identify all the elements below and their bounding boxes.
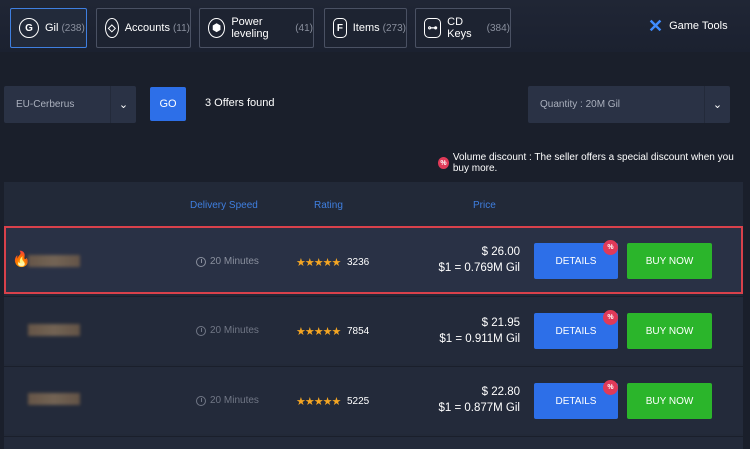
tab-power-leveling[interactable]: ⬢ Power leveling (41) [199, 8, 314, 48]
tab-gil[interactable]: G Gil (238) [10, 8, 87, 48]
discount-badge-icon: % [603, 310, 618, 325]
price-value: $ 21.95 [481, 317, 520, 329]
volume-discount-note: % Volume discount : The seller offers a … [438, 152, 750, 174]
chevron-down-icon: ⌄ [704, 86, 730, 123]
game-tools-link[interactable]: ✕ Game Tools [648, 14, 728, 38]
delivery-speed-value: 20 Minutes [210, 325, 259, 336]
tab-power-leveling-label: Power leveling [231, 16, 269, 40]
price-rate: $1 = 0.911M Gil [439, 333, 520, 345]
tab-power-leveling-count: (41) [295, 22, 313, 34]
tab-cd-keys-count: (384) [486, 22, 510, 34]
server-select-value: EU-Cerberus [16, 99, 75, 110]
tab-accounts-count: (11) [172, 22, 190, 34]
power-leveling-icon: ⬢ [208, 18, 226, 38]
price-block: $ 22.80 $1 = 0.877M Gil [410, 384, 520, 416]
price-block: $ 26.00 $1 = 0.769M Gil [410, 244, 520, 276]
seller-name-blurred [28, 324, 80, 336]
rating-stars: ★★★★★ [296, 396, 341, 408]
offers-found-text: 3 Offers found [205, 97, 275, 109]
price-rate: $1 = 0.877M Gil [438, 402, 520, 414]
go-button[interactable]: GO [150, 87, 186, 121]
price-block: $ 21.95 $1 = 0.911M Gil [410, 315, 520, 347]
header-price: Price [473, 200, 496, 211]
tab-gil-label: Gil [45, 22, 59, 34]
tab-cd-keys[interactable]: ⊶ CD Keys (384) [415, 8, 511, 48]
delivery-speed-value: 20 Minutes [210, 256, 259, 267]
accounts-icon: ◇ [105, 18, 119, 38]
buy-now-button[interactable]: BUY NOW [627, 243, 712, 279]
tab-cd-keys-label: CD Keys [447, 16, 472, 40]
header-delivery-speed: Delivery Speed [190, 200, 258, 211]
price-value: $ 26.00 [481, 246, 520, 258]
tab-items-count: (273) [382, 22, 406, 34]
tab-items[interactable]: F Items (273) [324, 8, 407, 48]
discount-icon: % [438, 157, 449, 169]
table-row [4, 436, 743, 449]
rating-stars: ★★★★★ [296, 257, 341, 269]
chevron-down-icon: ⌄ [110, 86, 136, 123]
price-value: $ 22.80 [481, 386, 520, 398]
rating-count: 7854 [347, 326, 370, 337]
items-icon: F [333, 18, 347, 38]
tab-accounts-label: Accounts [124, 22, 170, 34]
rating-count: 3236 [347, 257, 370, 268]
buy-now-button[interactable]: BUY NOW [627, 383, 712, 419]
tab-items-label: Items [352, 22, 380, 34]
delivery-speed: 20 Minutes [196, 256, 259, 267]
delivery-speed-value: 20 Minutes [210, 395, 259, 406]
clock-icon [196, 395, 206, 406]
discount-badge-icon: % [603, 240, 618, 255]
cd-keys-icon: ⊶ [424, 18, 442, 38]
delivery-speed: 20 Minutes [196, 395, 259, 406]
tab-accounts[interactable]: ◇ Accounts (11) [96, 8, 191, 48]
price-rate: $1 = 0.769M Gil [438, 262, 520, 274]
header-rating: Rating [314, 200, 343, 211]
quantity-select[interactable]: Quantity : 20M Gil ⌄ [528, 86, 730, 123]
seller-name-blurred [28, 255, 80, 267]
clock-icon [196, 256, 206, 267]
delivery-speed: 20 Minutes [196, 325, 259, 336]
gil-icon: G [19, 18, 39, 38]
seller-name-blurred [28, 393, 80, 405]
top-tab-bar: G Gil (238) ◇ Accounts (11) ⬢ Power leve… [0, 0, 750, 52]
game-tools-label: Game Tools [669, 20, 728, 32]
game-tools-icon: ✕ [648, 15, 664, 36]
buy-now-button[interactable]: BUY NOW [627, 313, 712, 349]
quantity-select-value: Quantity : 20M Gil [540, 99, 621, 110]
rating-stars: ★★★★★ [296, 326, 341, 338]
volume-discount-text: Volume discount : The seller offers a sp… [452, 152, 734, 174]
tab-gil-count: (238) [61, 22, 85, 34]
clock-icon [196, 325, 206, 336]
server-select[interactable]: EU-Cerberus ⌄ [4, 86, 136, 123]
discount-badge-icon: % [603, 380, 618, 395]
rating-count: 5225 [347, 396, 370, 407]
